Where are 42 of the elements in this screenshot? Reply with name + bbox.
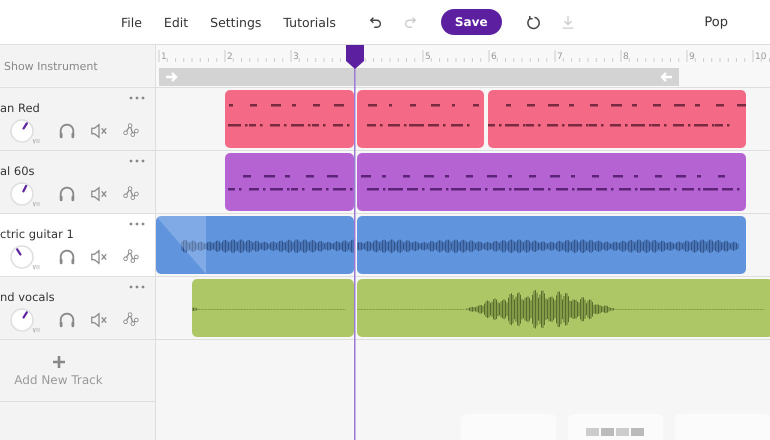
effects-icon[interactable]	[122, 185, 140, 203]
bar-number: 9	[689, 52, 695, 62]
bar-number: 6	[491, 52, 497, 62]
bar-number: 8	[623, 52, 629, 62]
bar-number: 7	[557, 52, 563, 62]
effects-icon[interactable]	[122, 122, 140, 140]
playhead-handle[interactable]	[346, 45, 364, 69]
bar-number: 3	[293, 52, 299, 62]
more-icon[interactable]	[129, 96, 145, 100]
bar-number: 10	[755, 52, 766, 62]
track-name: an Red	[0, 101, 40, 115]
headphones-icon[interactable]	[58, 122, 76, 140]
genre-menu[interactable]: Pop	[698, 14, 734, 30]
track-name: al 60s	[0, 164, 35, 178]
menu-item[interactable]: Tutorials	[278, 10, 341, 34]
headphones-icon[interactable]	[58, 311, 76, 329]
more-icon[interactable]	[129, 222, 145, 226]
mute-icon[interactable]	[90, 248, 108, 266]
menu-item[interactable]: File	[116, 10, 147, 34]
more-icon[interactable]	[129, 159, 145, 163]
headphones-icon[interactable]	[58, 248, 76, 266]
more-icon[interactable]	[129, 285, 145, 289]
track-name: ctric guitar 1	[0, 227, 74, 241]
bar-number: 2	[227, 52, 233, 62]
track-name: nd vocals	[0, 290, 55, 304]
save-button[interactable]: Save	[440, 9, 502, 35]
mute-icon[interactable]	[90, 122, 108, 140]
effects-icon[interactable]	[122, 248, 140, 266]
plus-icon	[52, 354, 66, 368]
menu-item[interactable]: Edit	[158, 10, 194, 34]
menu-item[interactable]: Settings	[205, 10, 266, 34]
bar-number: 5	[425, 52, 431, 62]
undo-icon[interactable]	[368, 15, 383, 29]
headphones-icon[interactable]	[58, 185, 76, 203]
midi-clip[interactable]	[488, 90, 746, 148]
mute-icon[interactable]	[90, 311, 108, 329]
bar-number: 1	[161, 52, 167, 62]
mute-icon[interactable]	[90, 185, 108, 203]
track-header[interactable]: ctric guitar 1	[0, 214, 155, 277]
keyboard-icon	[586, 428, 646, 436]
effects-icon[interactable]	[122, 311, 140, 329]
reload-icon[interactable]	[526, 14, 541, 30]
